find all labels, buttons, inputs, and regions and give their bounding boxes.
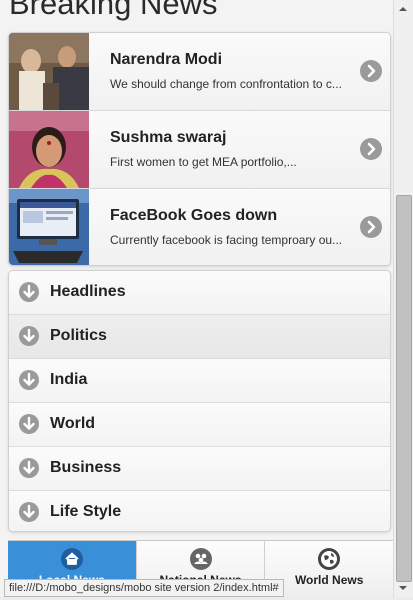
news-description: We should change from confrontation to c…: [110, 77, 342, 91]
app-viewport: Breaking News Narendra Modi We should ch…: [0, 0, 393, 597]
scroll-down-arrow-icon[interactable]: [396, 581, 410, 595]
home-icon: [60, 548, 83, 570]
news-item[interactable]: Narendra Modi We should change from conf…: [9, 33, 390, 111]
nav-tab-world-news[interactable]: World News: [265, 541, 393, 597]
arrow-down-icon: [19, 282, 39, 302]
nav-tab-label: World News: [294, 573, 364, 587]
category-label: Business: [50, 459, 122, 476]
arrow-down-icon: [19, 414, 39, 434]
scrollbar-thumb[interactable]: [396, 195, 412, 582]
news-description: First women to get MEA portfolio,...: [110, 155, 297, 169]
people-icon: [189, 548, 212, 570]
category-label: Headlines: [50, 283, 126, 300]
news-list: Narendra Modi We should change from conf…: [8, 32, 391, 266]
category-list: Headlines Politics India World Business: [8, 270, 391, 532]
news-item[interactable]: FaceBook Goes down Currently facebook is…: [9, 189, 390, 265]
arrow-down-icon: [19, 326, 39, 346]
browser-status-bar: file:///D:/mobo_designs/mobo site versio…: [4, 579, 284, 597]
category-item-headlines[interactable]: Headlines: [9, 271, 390, 315]
globe-icon: [318, 548, 341, 570]
arrow-down-icon: [19, 458, 39, 478]
category-label: Politics: [50, 327, 107, 344]
news-thumbnail: [9, 189, 89, 265]
category-label: India: [50, 371, 88, 388]
news-title: Narendra Modi: [110, 51, 223, 68]
chevron-right-icon[interactable]: [360, 216, 382, 238]
vertical-scrollbar[interactable]: [393, 0, 413, 597]
category-label: Life Style: [50, 503, 122, 520]
category-item-world[interactable]: World: [9, 403, 390, 447]
news-item[interactable]: Sushma swaraj First women to get MEA por…: [9, 111, 390, 189]
category-item-india[interactable]: India: [9, 359, 390, 403]
category-item-business[interactable]: Business: [9, 447, 390, 491]
news-title: Sushma swaraj: [110, 129, 227, 146]
category-item-life-style[interactable]: Life Style: [9, 491, 390, 531]
news-thumbnail: [9, 111, 89, 188]
arrow-down-icon: [19, 502, 39, 522]
news-description: Currently facebook is facing temproary o…: [110, 233, 343, 247]
news-title: FaceBook Goes down: [110, 207, 278, 224]
arrow-down-icon: [19, 370, 39, 390]
page-title: Breaking News: [9, 0, 218, 21]
chevron-right-icon[interactable]: [360, 60, 382, 82]
category-item-politics[interactable]: Politics: [9, 315, 390, 359]
category-label: World: [50, 415, 96, 432]
chevron-right-icon[interactable]: [360, 138, 382, 160]
scroll-up-arrow-icon[interactable]: [396, 2, 410, 16]
news-thumbnail: [9, 33, 89, 110]
